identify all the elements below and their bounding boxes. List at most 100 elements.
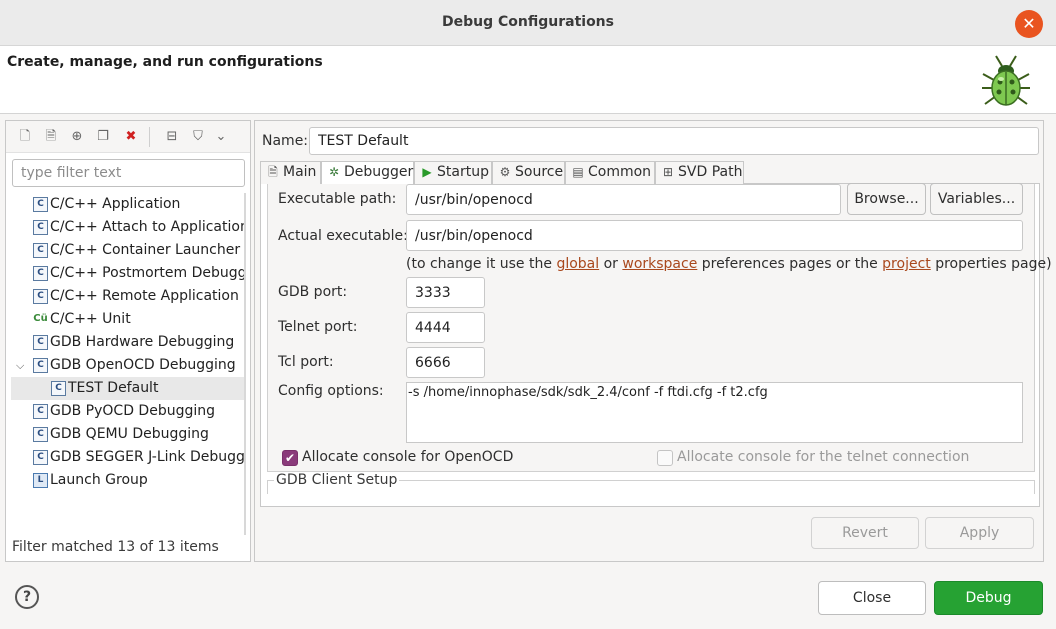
tree-item-label: GDB OpenOCD Debugging [50, 357, 236, 373]
telnet-port-input[interactable] [406, 312, 485, 343]
tab-startup[interactable]: ▶ Startup [414, 161, 492, 184]
cpp-app-icon: C [33, 450, 48, 465]
left-toolbar: 🗋 🗎 ⊕ ❐ ✖ ⊟ ⛉ ⌄ [6, 121, 250, 153]
config-editor-panel: Name: 🗎Main ✲Debugger ▶Startup ⚙Source ▤… [254, 120, 1052, 562]
cpp-app-icon: C [33, 243, 48, 258]
source-tab-icon: ⚙ [499, 165, 511, 179]
debug-button[interactable]: Debug [934, 581, 1043, 615]
tree-item-launch-group[interactable]: L Launch Group [11, 469, 245, 492]
gdb-port-input[interactable] [406, 277, 485, 308]
gdb-client-label: GDB Client Setup [274, 472, 400, 488]
debugger-tab-content: Executable path: Browse... Variables... … [260, 183, 1052, 507]
config-tree: C C/C++ Application C C/C++ Attach to Ap… [11, 193, 245, 533]
apply-button[interactable]: Apply [925, 517, 1034, 549]
tab-svd-path[interactable]: ⊞ SVD Path [655, 161, 744, 184]
window-title: Debug Configurations [442, 14, 614, 30]
collapse-all-icon[interactable]: ⊟ [163, 128, 181, 146]
bug-icon [982, 55, 1030, 106]
tree-item-cpp-remote[interactable]: C C/C++ Remote Application [11, 285, 245, 308]
new-config-icon[interactable]: 🗋 [16, 128, 34, 146]
view-menu-chevron-down-icon[interactable]: ⌄ [212, 128, 230, 146]
browse-button[interactable]: Browse... [847, 183, 926, 215]
banner-title: Create, manage, and run configurations [7, 54, 323, 70]
tree-item-label: C/C++ Remote Application [50, 288, 239, 304]
export-config-icon[interactable]: ⊕ [68, 128, 86, 146]
preferences-hint: (to change it use the global or workspac… [406, 256, 1052, 272]
project-link[interactable]: project [882, 256, 931, 272]
cpp-app-icon: C [33, 335, 48, 350]
alloc-telnet-label: Allocate console for the telnet connecti… [677, 449, 970, 465]
filter-icon[interactable]: ⛉ [189, 128, 207, 146]
tree-scrollbar[interactable] [244, 193, 246, 535]
tree-item-cpp-application[interactable]: C C/C++ Application [11, 193, 245, 216]
debugger-tab-icon: ✲ [328, 165, 340, 179]
close-button[interactable]: Close [818, 581, 926, 615]
name-label: Name: [262, 133, 309, 149]
tree-item-gdb-qemu[interactable]: C GDB QEMU Debugging [11, 423, 245, 446]
telnet-port-label: Telnet port: [278, 319, 358, 335]
tree-item-label: GDB SEGGER J-Link Debugging [50, 449, 245, 465]
tree-item-label: Launch Group [50, 472, 148, 488]
tree-item-gdb-segger[interactable]: C GDB SEGGER J-Link Debugging [11, 446, 245, 469]
tree-item-label: GDB QEMU Debugging [50, 426, 209, 442]
duplicate-config-icon[interactable]: ❐ [94, 128, 112, 146]
tree-item-gdb-pyocd[interactable]: C GDB PyOCD Debugging [11, 400, 245, 423]
tab-common[interactable]: ▤ Common [565, 161, 655, 184]
toolbar-separator [149, 127, 150, 147]
tree-item-label: GDB PyOCD Debugging [50, 403, 216, 419]
openocd-setup-group: Executable path: Browse... Variables... … [267, 183, 1052, 472]
gdb-client-group: GDB Client Setup [267, 472, 1035, 494]
launch-group-icon: L [33, 473, 48, 488]
revert-button[interactable]: Revert [811, 517, 919, 549]
launch-config-panel: 🗋 🗎 ⊕ ❐ ✖ ⊟ ⛉ ⌄ C C/C++ Application C C/… [5, 120, 251, 562]
alloc-telnet-checkbox[interactable] [657, 450, 673, 466]
chevron-down-icon[interactable]: ⌵ [16, 354, 24, 377]
tree-item-cpp-container[interactable]: C C/C++ Container Launcher [11, 239, 245, 262]
alloc-openocd-checkbox[interactable]: ✔ [282, 450, 298, 466]
tree-item-label: C/C++ Unit [50, 311, 131, 327]
actual-exec-label: Actual executable: [278, 228, 408, 244]
cpp-app-icon: C [33, 358, 48, 373]
cpp-unit-icon: Cü [33, 313, 48, 324]
config-options-input[interactable]: -s /home/innophase/sdk/sdk_2.4/conf -f f… [406, 382, 1023, 443]
tree-item-label: C/C++ Container Launcher [50, 242, 241, 258]
filter-input[interactable] [12, 159, 245, 187]
cpp-app-icon: C [33, 220, 48, 235]
actual-exec-input[interactable] [406, 220, 1023, 251]
filter-status: Filter matched 13 of 13 items [12, 539, 219, 555]
gdb-port-label: GDB port: [278, 284, 348, 300]
variables-button[interactable]: Variables... [930, 183, 1023, 215]
config-tabs: 🗎 Main ✲ Debugger ▶ Startup ⚙ Source ▤ Common… [260, 161, 1040, 185]
delete-config-icon[interactable]: ✖ [122, 128, 140, 146]
window-titlebar: Debug Configurations ✕ [0, 0, 1056, 46]
workspace-link[interactable]: workspace [622, 256, 697, 272]
tree-item-test-default[interactable]: C TEST Default [11, 377, 245, 400]
main-tab-icon: 🗎 [268, 165, 278, 179]
tab-debugger[interactable]: ✲ Debugger [321, 161, 414, 185]
cpp-app-icon: C [33, 404, 48, 419]
tree-item-label: TEST Default [68, 380, 159, 396]
global-link[interactable]: global [556, 256, 599, 272]
tree-item-gdb-openocd[interactable]: ⌵ C GDB OpenOCD Debugging [11, 354, 245, 377]
svd-path-tab-icon: ⊞ [662, 165, 674, 179]
tree-item-cpp-attach[interactable]: C C/C++ Attach to Application [11, 216, 245, 239]
tab-source[interactable]: ⚙ Source [492, 161, 565, 184]
tree-item-label: C/C++ Postmortem Debugger [50, 265, 245, 281]
alloc-openocd-label: Allocate console for OpenOCD [302, 449, 514, 465]
tree-item-gdb-hardware[interactable]: C GDB Hardware Debugging [11, 331, 245, 354]
tcl-port-label: Tcl port: [278, 354, 334, 370]
help-icon[interactable]: ? [15, 585, 39, 609]
common-tab-icon: ▤ [572, 165, 584, 179]
startup-tab-icon: ▶ [422, 165, 432, 179]
config-name-input[interactable] [309, 127, 1039, 155]
new-prototype-icon[interactable]: 🗎 [42, 128, 60, 146]
tree-item-cpp-postmortem[interactable]: C C/C++ Postmortem Debugger [11, 262, 245, 285]
tcl-port-input[interactable] [406, 347, 485, 378]
tree-item-label: C/C++ Application [50, 196, 181, 212]
tree-item-cpp-unit[interactable]: Cü C/C++ Unit [11, 308, 245, 331]
window-close-icon[interactable]: ✕ [1015, 10, 1043, 38]
exec-path-label: Executable path: [278, 191, 397, 207]
cpp-app-icon: C [33, 197, 48, 212]
exec-path-input[interactable] [406, 184, 841, 215]
tab-main[interactable]: 🗎 Main [260, 161, 321, 184]
